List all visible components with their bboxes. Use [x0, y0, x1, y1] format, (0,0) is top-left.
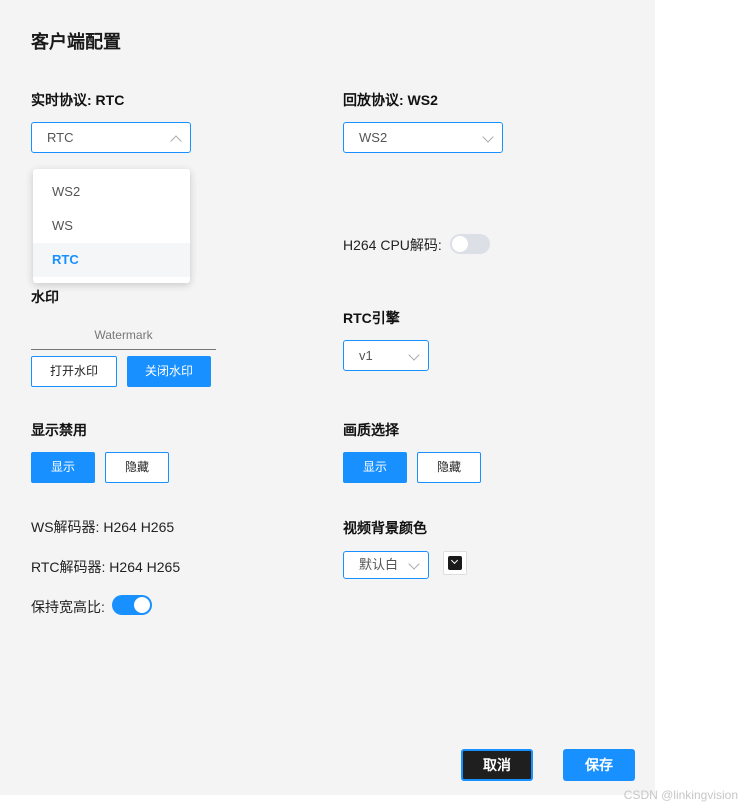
chevron-down-icon [482, 131, 494, 143]
h264-cpu-decode-label: H264 CPU解码: [343, 237, 442, 253]
watermark-divider [31, 349, 216, 350]
realtime-protocol-dropdown: WS2 WS RTC [33, 169, 190, 283]
toggle-knob [452, 236, 468, 252]
chevron-down-icon [408, 349, 420, 361]
video-bg-color-select[interactable]: 默认白 [343, 551, 429, 579]
cancel-button[interactable]: 取消 [461, 749, 533, 781]
config-panel: 客户端配置 实时协议: RTC RTC 回放协议: WS2 WS2 H264 C… [0, 0, 655, 795]
open-watermark-button[interactable]: 打开水印 [31, 356, 117, 387]
save-button[interactable]: 保存 [563, 749, 635, 781]
dropdown-option-ws2[interactable]: WS2 [33, 175, 190, 209]
ws-decoder-text: WS解码器: H264 H265 [31, 519, 175, 535]
color-swatch [448, 556, 462, 570]
watermark-label: 水印 [31, 289, 59, 305]
rtc-decoder-text: RTC解码器: H264 H265 [31, 559, 181, 575]
chevron-up-icon [170, 135, 182, 147]
quality-hide-button[interactable]: 隐藏 [417, 452, 481, 483]
page-title: 客户端配置 [31, 32, 121, 52]
toggle-knob [134, 597, 150, 613]
color-picker[interactable] [443, 551, 467, 575]
dropdown-option-rtc[interactable]: RTC [33, 243, 190, 277]
quality-show-button[interactable]: 显示 [343, 452, 407, 483]
video-bg-color-label: 视频背景颜色 [343, 520, 427, 536]
playback-protocol-value: WS2 [359, 130, 388, 145]
rtc-engine-value: v1 [359, 348, 373, 363]
h264-cpu-decode-toggle[interactable] [450, 234, 490, 254]
display-disable-label: 显示禁用 [31, 422, 87, 438]
dropdown-option-ws[interactable]: WS [33, 209, 190, 243]
rtc-engine-label: RTC引擎 [343, 310, 400, 326]
keep-aspect-ratio-toggle[interactable] [112, 595, 152, 615]
source-watermark: CSDN @linkingvision [623, 788, 738, 802]
chevron-down-icon [450, 556, 459, 565]
watermark-preview-text: Watermark [94, 328, 153, 342]
display-hide-button[interactable]: 隐藏 [105, 452, 169, 483]
video-bg-color-value: 默认白 [359, 557, 399, 572]
quality-label: 画质选择 [343, 422, 399, 438]
realtime-protocol-value: RTC [47, 130, 74, 145]
realtime-protocol-label: 实时协议: RTC [31, 92, 125, 108]
display-show-button[interactable]: 显示 [31, 452, 95, 483]
rtc-engine-select[interactable]: v1 [343, 340, 429, 371]
playback-protocol-select[interactable]: WS2 [343, 122, 503, 153]
chevron-down-icon [408, 558, 420, 570]
realtime-protocol-select[interactable]: RTC [31, 122, 191, 153]
keep-aspect-ratio-label: 保持宽高比: [31, 599, 105, 615]
playback-protocol-label: 回放协议: WS2 [343, 92, 438, 108]
close-watermark-button[interactable]: 关闭水印 [127, 356, 211, 387]
